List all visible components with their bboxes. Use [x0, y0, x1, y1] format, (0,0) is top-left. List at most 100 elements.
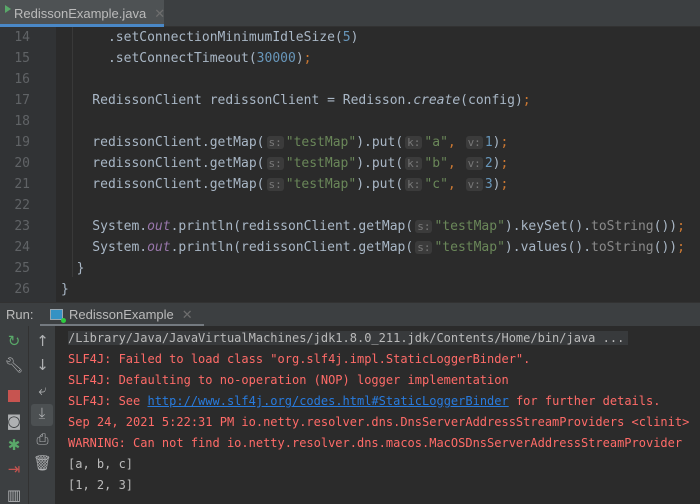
- close-tab-icon[interactable]: ✕: [154, 6, 165, 22]
- code-token: "testMap": [434, 240, 505, 255]
- down-arrow-icon[interactable]: ↓: [29, 356, 56, 374]
- code-line: 17 RedissonClient redissonClient = Redis…: [0, 90, 700, 111]
- parameter-hint: s:: [266, 136, 284, 149]
- stop-button[interactable]: [0, 388, 28, 406]
- code-line: 23 System.out.println(redissonClient.get…: [0, 216, 700, 237]
- console-text: /Library/Java/JavaVirtualMachines/jdk1.8…: [68, 331, 629, 345]
- console-text: SLF4J: Defaulting to no-operation (NOP) …: [68, 373, 509, 387]
- code-token: 3: [484, 177, 493, 192]
- code-token: redissonClient.getMap(: [61, 156, 265, 171]
- line-number: 17: [14, 93, 30, 108]
- code-token: ).keySet().: [504, 219, 592, 234]
- code-token: ;: [677, 240, 685, 255]
- rerun-icon[interactable]: ↻: [0, 332, 28, 350]
- code-token: "a": [424, 135, 448, 150]
- code-token: .setConnectTimeout(: [61, 51, 257, 66]
- console-text: WARNING: Can not find io.netty.resolver.…: [68, 436, 683, 450]
- exit-icon[interactable]: ⇥: [0, 460, 28, 478]
- code-text: redissonClient.getMap(s: "testMap").put(k…: [61, 153, 508, 174]
- editor-tab-redisson-example[interactable]: RedissonExample.java ✕: [0, 0, 165, 27]
- code-line: 15 .setConnectTimeout(30000);: [0, 48, 700, 69]
- layout-icon[interactable]: ▥: [0, 486, 28, 504]
- line-number: 25: [14, 261, 30, 276]
- line-number: 24: [14, 240, 30, 255]
- console-output[interactable]: /Library/Java/JavaVirtualMachines/jdk1.8…: [55, 326, 700, 504]
- console-line: SLF4J: See http://www.slf4j.org/codes.ht…: [68, 391, 660, 412]
- code-line: 24 System.out.println(redissonClient.get…: [0, 237, 700, 258]
- console-text: SLF4J: See: [68, 394, 148, 408]
- up-arrow-icon[interactable]: ↑: [29, 332, 56, 350]
- code-text: }: [61, 279, 69, 300]
- parameter-hint: s:: [415, 241, 433, 254]
- line-number: 21: [14, 177, 30, 192]
- code-token: "testMap": [285, 156, 357, 171]
- stop-icon[interactable]: [8, 390, 20, 402]
- parameter-hint: s:: [266, 178, 284, 191]
- code-token: out: [147, 219, 171, 234]
- code-token: }: [61, 261, 85, 276]
- code-line: 20 redissonClient.getMap(s: "testMap").pu…: [0, 153, 700, 174]
- code-editor[interactable]: 14 .setConnectionMinimumIdleSize(5) 15 .s…: [0, 27, 700, 302]
- console-text: Sep 24, 2021 5:22:31 PM io.netty.resolve…: [68, 415, 690, 429]
- code-token: ;: [677, 219, 685, 234]
- close-run-tab-icon[interactable]: ✕: [182, 307, 193, 323]
- console-line: WARNING: Can not find io.netty.resolver.…: [68, 433, 682, 454]
- code-token: System.: [61, 219, 148, 234]
- code-token: redissonClient.getMap(: [61, 177, 265, 192]
- code-token: ,: [447, 135, 464, 150]
- code-text: RedissonClient redissonClient = Redisson…: [61, 90, 531, 111]
- code-token: }: [61, 282, 69, 297]
- scroll-to-end-icon[interactable]: ⤓: [31, 404, 53, 426]
- code-token: 1: [484, 135, 493, 150]
- code-token: ).put(: [356, 135, 404, 150]
- code-token: ,: [447, 177, 464, 192]
- editor-tab-label: RedissonExample.java: [14, 6, 147, 21]
- code-text: redissonClient.getMap(s: "testMap").put(k…: [61, 174, 508, 195]
- console-text: SLF4J: Failed to load class "org.slf4j.i…: [68, 352, 531, 366]
- code-token: System.: [61, 240, 148, 255]
- console-line: Sep 24, 2021 5:22:31 PM io.netty.resolve…: [68, 412, 689, 433]
- code-token: ).values().: [504, 240, 592, 255]
- code-text: }: [61, 258, 85, 279]
- code-token: ): [295, 51, 304, 66]
- wrench-icon[interactable]: 🔧︎: [0, 356, 28, 374]
- code-token: .setConnectionMinimumIdleSize(: [61, 30, 343, 45]
- code-token: ).put(: [356, 156, 404, 171]
- debug-attach-icon[interactable]: ✱: [0, 436, 28, 454]
- camera-icon[interactable]: ◙: [0, 412, 28, 430]
- soft-wrap-icon[interactable]: ⤶: [29, 381, 56, 399]
- code-token: ;: [500, 156, 509, 171]
- code-token: "testMap": [285, 135, 357, 150]
- code-text: .setConnectTimeout(30000);: [61, 48, 312, 69]
- code-line: 18: [0, 111, 700, 132]
- parameter-hint: s:: [415, 220, 433, 233]
- code-token: ): [350, 30, 359, 45]
- code-token: create: [413, 93, 461, 108]
- console-text: for further details.: [508, 394, 661, 408]
- code-text: redissonClient.getMap(s: "testMap").put(k…: [61, 132, 508, 153]
- code-token: out: [147, 240, 171, 255]
- console-line: [1, 2, 3]: [68, 475, 133, 496]
- parameter-hint: v:: [465, 136, 483, 149]
- console-line: [a, b, c]: [68, 454, 133, 475]
- parameter-hint: k:: [405, 178, 423, 191]
- code-token: 2: [484, 156, 493, 171]
- run-toolbar-left: ↻ 🔧︎ ◙ ✱ ⇥ ▥: [0, 326, 28, 504]
- print-icon[interactable]: ⎙: [29, 430, 56, 448]
- trash-icon[interactable]: 🗑︎: [29, 454, 56, 472]
- code-token: ;: [522, 93, 531, 108]
- code-token: "testMap": [285, 177, 357, 192]
- editor-tab-bar: RedissonExample.java ✕: [0, 0, 700, 27]
- console-link[interactable]: http://www.slf4j.org/codes.html#StaticLo…: [147, 394, 508, 408]
- code-token: RedissonClient redissonClient = Redisson…: [61, 93, 414, 108]
- console-text: [a, b, c]: [68, 457, 134, 471]
- run-tab-redisson-example[interactable]: RedissonExample ✕: [40, 303, 204, 327]
- code-line: 26}: [0, 279, 700, 300]
- code-token: redissonClient.getMap(: [61, 135, 265, 150]
- line-number: 22: [14, 198, 30, 213]
- code-token: "b": [424, 156, 448, 171]
- run-tool-window-header: Run: RedissonExample ✕: [0, 302, 700, 327]
- run-toolbar-right: ↑ ↓ ⤶ ⤓ ⎙ 🗑︎: [28, 326, 55, 504]
- line-number: 15: [14, 51, 30, 66]
- code-text: System.out.println(redissonClient.getMap…: [61, 216, 685, 237]
